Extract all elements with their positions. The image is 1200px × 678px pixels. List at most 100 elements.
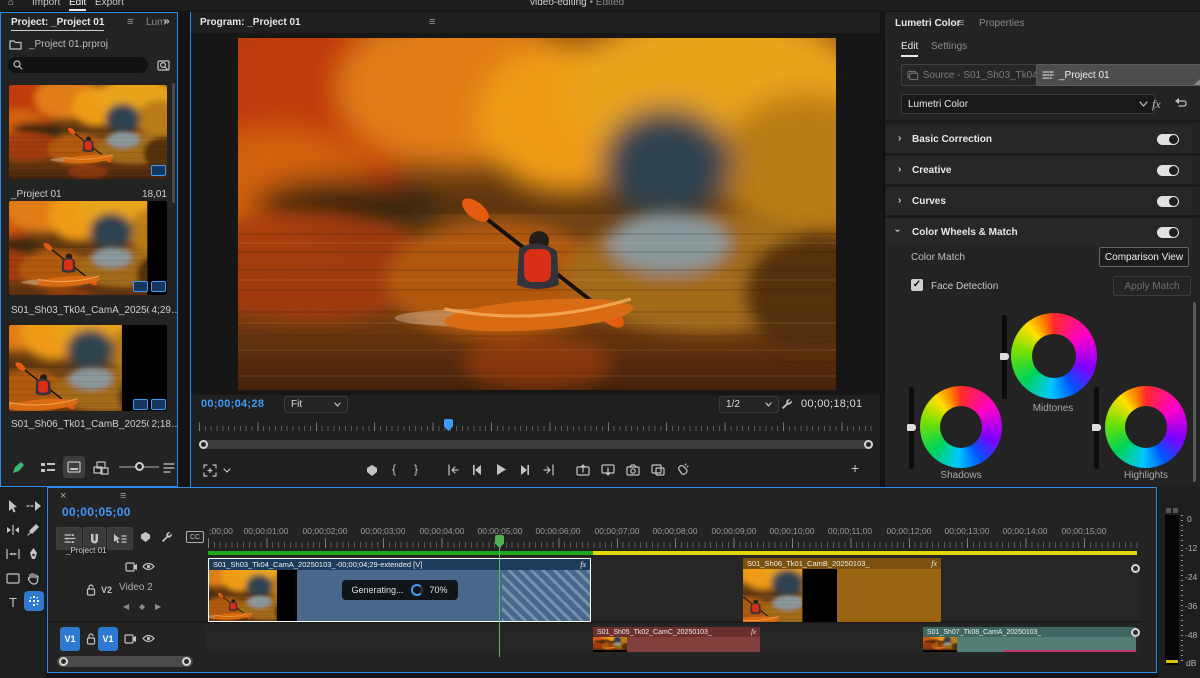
razor-tool[interactable] <box>24 521 42 539</box>
meter-bars[interactable] <box>1165 515 1179 665</box>
project-item-clip-1[interactable]: S01_Sh03_Tk04_CamA_20250103... 4;29 <box>5 197 177 323</box>
source-clip-button[interactable]: Source - S01_Sh03_Tk04_... <box>901 64 1045 86</box>
menu-export[interactable]: Export <box>95 0 124 8</box>
track-lock-icon[interactable] <box>86 633 96 645</box>
sequence-target-button[interactable]: _Project 01 <box>1036 64 1200 86</box>
add-marker-icon[interactable] <box>366 464 378 477</box>
clip-v1-camc[interactable]: S01_Sh05_Tk02_CamC_20250103_ fx <box>593 627 760 652</box>
lift-icon[interactable] <box>576 464 590 476</box>
v2-track-name[interactable]: Video 2 <box>119 582 153 593</box>
search-input[interactable] <box>8 57 148 73</box>
shadows-luma-slider[interactable] <box>907 387 916 469</box>
shadows-color-wheel[interactable] <box>920 386 1002 468</box>
panel-menu-icon[interactable]: ≡ <box>127 16 133 28</box>
captions-icon[interactable]: CC <box>186 531 204 543</box>
clip-fx-badge[interactable]: fx <box>580 560 586 569</box>
slip-tool[interactable] <box>4 545 22 563</box>
scrollbar-handle-right[interactable] <box>182 657 191 666</box>
clip-fx-badge[interactable]: fx <box>931 559 937 568</box>
chevron-down-icon[interactable] <box>223 468 231 473</box>
zoom-slider[interactable] <box>119 462 159 471</box>
scrollbar-handle-left[interactable] <box>199 440 208 449</box>
section-color-wheels[interactable]: › Color Wheels & Match <box>886 218 1193 246</box>
section-enable-toggle[interactable] <box>1157 134 1179 145</box>
menu-edit[interactable]: Edit <box>69 0 87 11</box>
media-browser-icon[interactable] <box>157 59 170 71</box>
tab-edit[interactable]: Edit <box>901 41 919 57</box>
highlights-color-wheel[interactable] <box>1105 386 1187 468</box>
timeline-current-timecode[interactable]: 00;00;05;00 <box>62 505 131 519</box>
highlights-luma-slider[interactable] <box>1092 387 1101 469</box>
list-view-icon[interactable] <box>41 462 55 474</box>
rectangle-tool[interactable] <box>4 569 22 587</box>
section-curves[interactable]: › Curves <box>886 187 1193 215</box>
program-tab[interactable]: Program: _Project 01 <box>200 17 301 28</box>
selection-tool[interactable] <box>4 497 22 515</box>
play-icon[interactable] <box>495 463 507 476</box>
mark-in-icon[interactable]: { <box>392 462 396 476</box>
expand-chevron-icon[interactable]: › <box>898 164 901 175</box>
tab-overflow-icon[interactable]: » <box>164 16 170 27</box>
sequence-tab-label[interactable]: _Project 01 <box>66 546 106 555</box>
section-enable-toggle[interactable] <box>1157 165 1179 176</box>
icon-view-button[interactable] <box>63 456 85 478</box>
expand-chevron-icon[interactable]: › <box>898 195 901 206</box>
v1-track-button[interactable]: V1 <box>98 627 118 651</box>
section-basic-correction[interactable]: › Basic Correction <box>886 125 1193 153</box>
tab-settings[interactable]: Settings <box>931 41 967 52</box>
safe-margins-icon[interactable] <box>203 464 217 477</box>
menu-import[interactable]: Import <box>32 0 60 8</box>
home-icon[interactable]: ⌂ <box>8 0 14 8</box>
v1-source-patch-button[interactable]: V1 <box>60 627 80 651</box>
writable-pencil-icon[interactable] <box>11 461 25 475</box>
v2-track-button[interactable]: V2 <box>101 585 112 595</box>
program-current-timecode[interactable]: 00;00;04;28 <box>201 398 264 410</box>
comparison-view-button[interactable]: Comparison View <box>1099 247 1189 267</box>
pen-tool[interactable] <box>24 545 42 563</box>
project-scrollbar[interactable] <box>172 83 175 203</box>
scrollbar-handle-right[interactable] <box>864 440 873 449</box>
step-back-icon[interactable] <box>472 464 483 476</box>
project-tab[interactable]: Project: _Project 01 <box>11 17 105 31</box>
section-creative[interactable]: › Creative <box>886 156 1193 184</box>
properties-tab[interactable]: Properties <box>979 18 1025 29</box>
program-video-frame[interactable] <box>238 38 836 390</box>
overflow-tab-lumetri[interactable]: Lum <box>146 17 165 28</box>
track-lock-icon[interactable] <box>86 584 96 596</box>
lumetri-scrollbar[interactable] <box>1193 302 1196 482</box>
step-forward-icon[interactable] <box>519 464 530 476</box>
program-settings-wrench-icon[interactable] <box>781 398 793 410</box>
v2-v-scroll-handle[interactable] <box>1131 564 1140 573</box>
source-monitor-track-icon[interactable] <box>125 562 138 572</box>
voice-annotation-icon[interactable] <box>676 463 689 477</box>
timeline-close-icon[interactable]: × <box>60 490 66 502</box>
project-options-icon[interactable] <box>163 462 175 474</box>
hand-tool[interactable] <box>24 569 42 587</box>
clip-fx-badge[interactable]: fx <box>751 628 756 636</box>
program-time-ruler[interactable] <box>199 419 873 433</box>
lumetri-tab[interactable]: Lumetri Color <box>895 18 961 29</box>
comparison-view-icon[interactable] <box>651 464 665 476</box>
zoom-slider-handle[interactable] <box>135 462 144 471</box>
project-item-clip-2[interactable]: S01_Sh06_Tk01_CamB_20250103... 2;18 <box>5 313 177 435</box>
extract-icon[interactable] <box>601 464 615 476</box>
go-to-out-icon[interactable] <box>542 464 555 476</box>
source-monitor-track-icon[interactable] <box>124 634 137 644</box>
scrollbar-handle-left[interactable] <box>59 657 68 666</box>
timeline-panel-menu-icon[interactable]: ≡ <box>120 490 126 502</box>
face-detection-checkbox[interactable]: ✓ <box>911 279 923 291</box>
program-scrollbar[interactable] <box>199 440 873 449</box>
track-select-forward-tool[interactable] <box>24 497 42 515</box>
playback-resolution-select[interactable]: 1/2 <box>719 396 779 413</box>
reset-effect-icon[interactable] <box>1173 97 1187 109</box>
project-file-row[interactable]: _Project 01.prproj <box>1 37 177 53</box>
midtones-color-wheel[interactable] <box>1011 313 1097 399</box>
lumetri-panel-menu-icon[interactable]: ≡ <box>958 17 964 29</box>
collapse-chevron-icon[interactable]: › <box>892 229 903 232</box>
timeline-ruler[interactable]: ;00;00 00;00;01;00 00;00;02;00 00;00;03;… <box>208 524 1141 551</box>
keyframe-prev-icon[interactable]: ◀ <box>123 602 129 611</box>
freeform-view-icon[interactable] <box>93 461 109 475</box>
go-to-in-icon[interactable] <box>447 464 460 476</box>
timeline-settings-wrench-icon[interactable] <box>161 531 173 543</box>
expand-chevron-icon[interactable]: › <box>898 133 901 144</box>
